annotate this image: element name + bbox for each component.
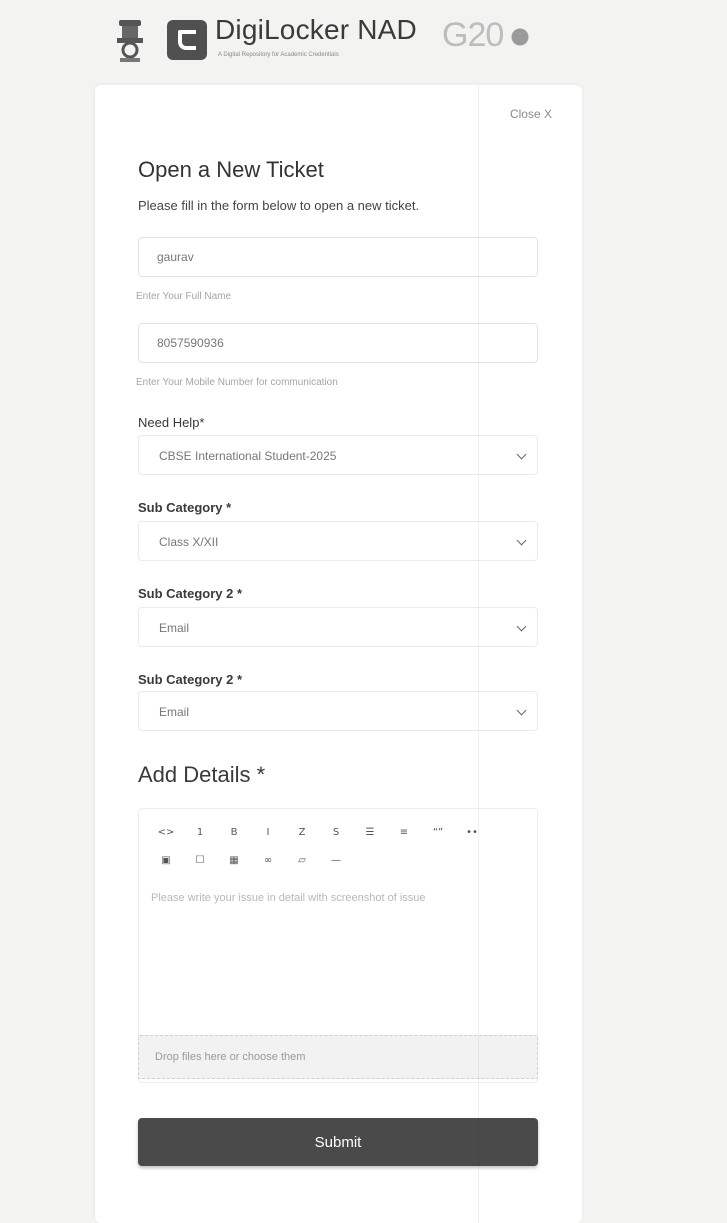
italic-icon[interactable]: I [251,822,285,844]
bold-icon[interactable]: B [217,822,251,844]
editor-toolbar-row: <> 1 B I Z S ☰ ≡ “” •• [149,819,529,847]
unordered-list-icon[interactable]: ≡ [387,822,421,844]
heading-icon[interactable]: 1 [183,822,217,844]
editor-toolbar-row: ▣ ☐ ▦ ∞ ▱ — [149,847,529,875]
need-help-label: Need Help* [138,415,205,430]
paragraph-icon[interactable]: ▱ [285,850,319,872]
sub-category-label: Sub Category * [138,500,232,515]
sub-category-2-label: Sub Category 2 * [138,586,243,601]
sub-category-2-selected-value: Email [159,621,190,635]
form-title: Open a New Ticket [138,157,324,182]
chevron-down-icon [516,621,527,632]
add-details-title: Add Details * [138,762,266,787]
table-icon[interactable]: ▦ [217,850,251,872]
full-name-hint: Enter Your Full Name [136,291,232,302]
link-icon[interactable]: ∞ [251,850,285,872]
g20-lotus-icon [502,22,538,52]
sub-category-2-duplicate-selected-value: Email [159,705,190,719]
underline-icon[interactable]: S [319,822,353,844]
new-ticket-card: Close X Open a New Ticket Please fill in… [95,85,582,1223]
brand-tagline: A Digital Repository for Academic Creden… [218,52,339,58]
strikethrough-icon[interactable]: Z [285,822,319,844]
scan-artifact-line [478,85,479,1223]
mobile-number-hint: Enter Your Mobile Number for communicati… [136,377,338,388]
header-bar: DigiLocker NAD A Digital Repository for … [0,0,727,90]
digilocker-logo-icon [167,20,207,60]
embed-icon[interactable]: ☐ [183,850,217,872]
quote-icon[interactable]: “” [421,822,455,844]
national-emblem-icon [117,20,143,62]
image-icon[interactable]: ▣ [149,850,183,872]
sub-category-2-duplicate-label: Sub Category 2 * [138,672,243,687]
horizontal-rule-icon[interactable]: — [319,850,353,872]
chevron-down-icon [516,449,527,460]
g20-logo: G20 [442,16,504,54]
close-button[interactable]: Close X [510,107,552,121]
ordered-list-icon[interactable]: ☰ [353,822,387,844]
form-subtitle: Please fill in the form below to open a … [138,198,420,213]
sub-category-selected-value: Class X/XII [159,535,219,549]
brand-name: DigiLocker NAD [215,14,417,45]
bullet-icon[interactable]: •• [455,822,489,844]
chevron-down-icon [516,705,527,716]
code-view-icon[interactable]: <> [149,822,183,844]
chevron-down-icon [516,535,527,546]
editor-placeholder: Please write your issue in detail with s… [151,892,426,904]
editor-toolbar: <> 1 B I Z S ☰ ≡ “” •• ▣ ☐ ▦ ∞ ▱ — [149,819,529,875]
page: DigiLocker NAD A Digital Repository for … [0,0,727,1223]
need-help-selected-value: CBSE International Student-2025 [159,449,337,463]
